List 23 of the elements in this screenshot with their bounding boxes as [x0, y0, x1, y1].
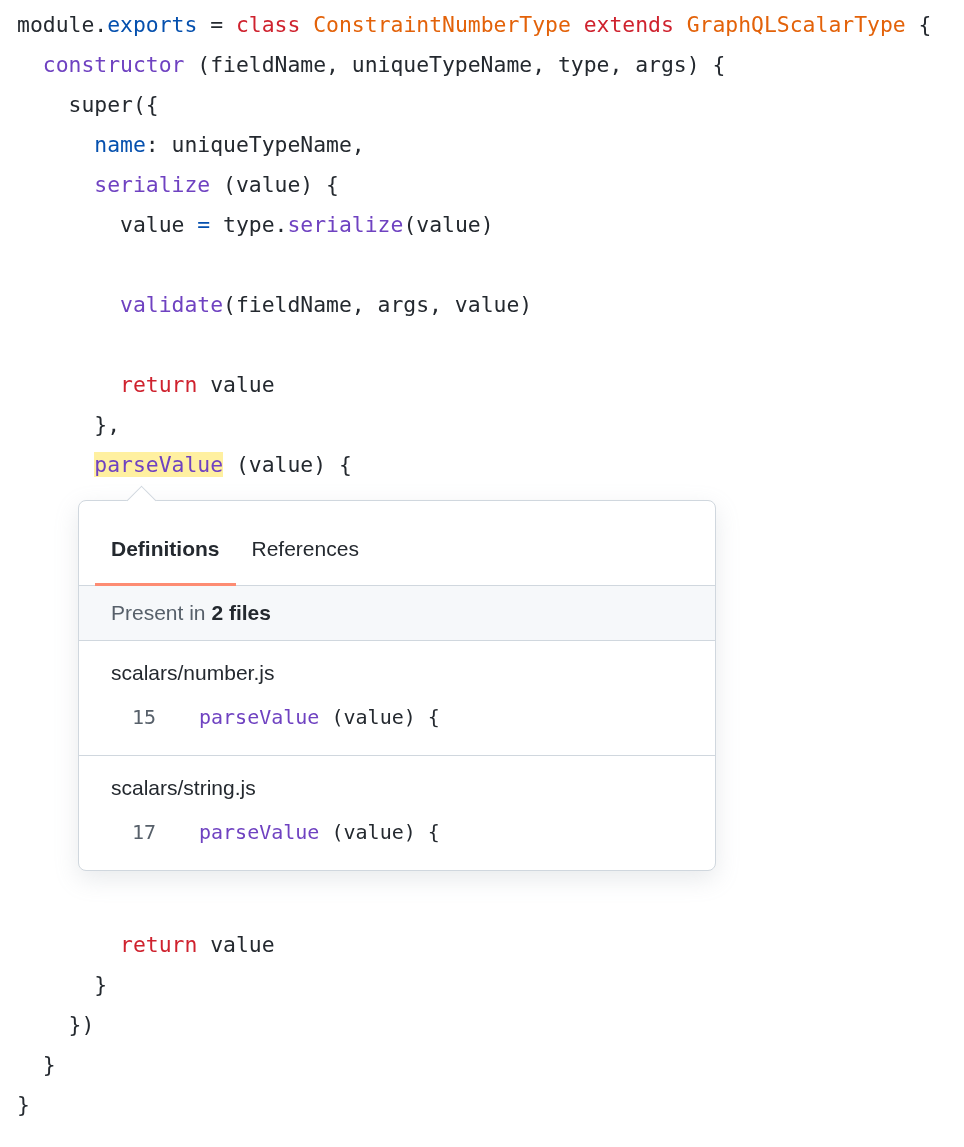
code-line: } [17, 1091, 31, 1119]
line-number: 17 [132, 820, 158, 844]
code-line: }) [67, 1011, 96, 1039]
code-line: parseValue (value) { [93, 451, 353, 479]
code-line: super({ [67, 91, 160, 119]
code-line: validate(fieldName, args, value) [119, 291, 534, 319]
popover-tab[interactable]: References [235, 501, 375, 586]
code-line: serialize (value) { [93, 171, 340, 199]
code-line: return value [119, 931, 276, 959]
code-snippet[interactable]: parseValue (value) { [199, 705, 440, 729]
code-line: constructor (fieldName, uniqueTypeName, type, args) { [41, 51, 727, 79]
line-number: 15 [132, 705, 158, 729]
code-line: module.exports = class ConstraintNumberType extends GraphQLScalarType { [17, 11, 933, 39]
code-line: value = type.serialize(value) [119, 211, 495, 239]
code-line: } [41, 1051, 57, 1079]
code-line: return value [119, 371, 276, 399]
file-name[interactable]: scalars/string.js [79, 770, 715, 806]
file-name[interactable]: scalars/number.js [79, 655, 715, 691]
results-summary: Present in 2 files [79, 586, 715, 641]
code-line: } [93, 971, 109, 999]
code-line: }, [93, 411, 122, 439]
code-snippet[interactable]: parseValue (value) { [199, 820, 440, 844]
code-line: name: uniqueTypeName, [93, 131, 366, 159]
